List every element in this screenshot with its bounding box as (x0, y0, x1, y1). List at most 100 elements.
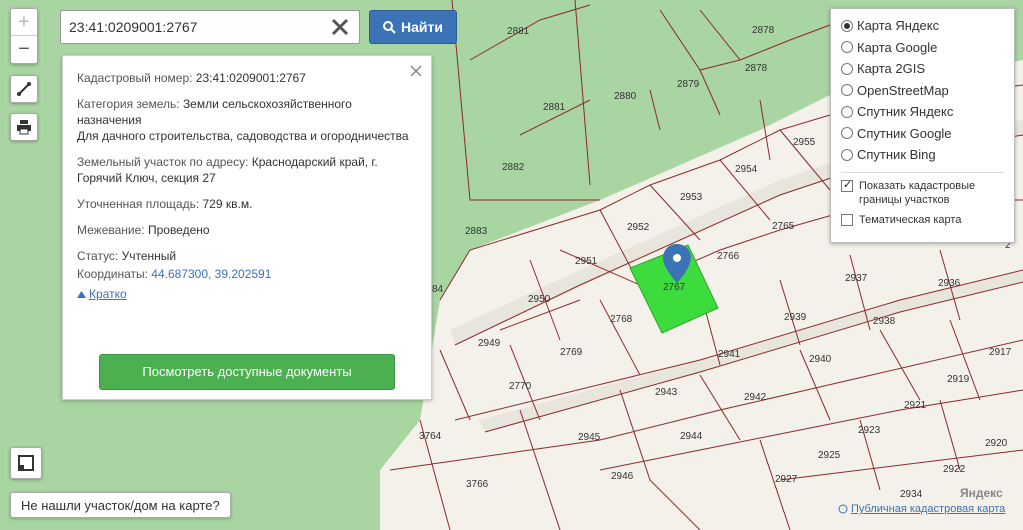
svg-text:2939: 2939 (784, 312, 807, 323)
brief-link[interactable]: Кратко (77, 286, 417, 302)
zoom-out-button[interactable]: − (11, 36, 37, 63)
attribution-link[interactable]: Публичная кадастровая карта (838, 503, 1005, 515)
svg-text:2923: 2923 (858, 425, 881, 436)
svg-text:3766: 3766 (466, 479, 489, 490)
svg-text:2938: 2938 (873, 316, 896, 327)
layer-label: Карта Яндекс (857, 18, 940, 34)
close-icon (331, 18, 349, 36)
search-box (60, 10, 360, 44)
svg-text:2765: 2765 (772, 221, 795, 232)
not-found-button[interactable]: Не нашли участок/дом на карте? (10, 492, 231, 518)
svg-text:2950: 2950 (528, 294, 551, 305)
survey-status: Межевание: Проведено (77, 222, 417, 238)
svg-text:2927: 2927 (775, 474, 798, 485)
print-icon (17, 120, 31, 135)
map-layers-panel: Карта Яндекс Карта Google Карта 2GIS Ope… (830, 8, 1015, 243)
zoom-control: + − (10, 8, 38, 64)
svg-text:2937: 2937 (845, 273, 868, 284)
checkbox-icon (841, 178, 853, 192)
view-documents-button[interactable]: Посмотреть доступные документы (99, 354, 395, 390)
svg-text:2925: 2925 (818, 450, 841, 461)
radio-icon (841, 105, 853, 118)
parcel-area: Уточненная площадь: 729 кв.м. (77, 196, 417, 212)
land-category: Категория земель: Земли сельскохозяйстве… (77, 96, 417, 144)
divider (841, 171, 1004, 173)
cadastral-value: 23:41:0209001:2767 (195, 71, 306, 85)
show-borders-label: Показать кадастровые границы участков (859, 179, 976, 206)
svg-text:2943: 2943 (655, 387, 678, 398)
layer-label: Карта 2GIS (857, 61, 926, 77)
svg-text:2769: 2769 (560, 347, 583, 358)
layer-label: Спутник Bing (857, 147, 936, 163)
radio-icon (841, 127, 853, 140)
layer-option-2gis-map[interactable]: Карта 2GIS (841, 58, 1004, 80)
address-label: Земельный участок по адресу: (77, 155, 249, 169)
cadastral-label: Кадастровый номер: (77, 71, 193, 85)
layer-option-yandex-satellite[interactable]: Спутник Яндекс (841, 101, 1004, 123)
svg-text:2940: 2940 (809, 354, 832, 365)
radio-icon (841, 84, 853, 97)
svg-text:2934: 2934 (900, 489, 923, 500)
measure-button[interactable] (10, 75, 38, 103)
status-value: Учтенный (121, 249, 177, 263)
area-label: Уточненная площадь: (77, 197, 200, 211)
svg-text:2878: 2878 (752, 25, 775, 36)
usage-value: Для дачного строительства, садоводства и… (77, 129, 409, 143)
svg-text:2920: 2920 (985, 438, 1008, 449)
svg-text:2768: 2768 (610, 314, 633, 325)
category-label: Категория земель: (77, 97, 180, 111)
search-icon (383, 20, 396, 34)
parcel-coordinates: Координаты: 44.687300, 39.202591 (77, 266, 417, 282)
svg-text:3764: 3764 (419, 431, 442, 442)
thematic-label: Тематическая карта (859, 213, 962, 226)
svg-text:2881: 2881 (507, 26, 530, 37)
layer-label: Спутник Google (857, 125, 952, 141)
svg-text:2954: 2954 (735, 164, 758, 175)
svg-text:2883: 2883 (465, 226, 488, 237)
measure-icon (17, 82, 31, 96)
show-borders-toggle[interactable]: Показать кадастровые границы участков (841, 178, 1004, 207)
search-input[interactable] (61, 11, 323, 43)
svg-text:2953: 2953 (680, 192, 703, 203)
status-label: Статус: (77, 249, 119, 263)
svg-text:2951: 2951 (575, 256, 598, 267)
svg-text:2878: 2878 (745, 63, 768, 74)
layer-option-google-satellite[interactable]: Спутник Google (841, 123, 1004, 145)
close-icon[interactable] (409, 64, 423, 78)
parcel-info-panel: Кадастровый номер: 23:41:0209001:2767 Ка… (62, 55, 432, 400)
parcel-address: Земельный участок по адресу: Краснодарск… (77, 154, 417, 186)
svg-text:2949: 2949 (478, 338, 501, 349)
svg-text:2944: 2944 (680, 431, 703, 442)
svg-text:2945: 2945 (578, 432, 601, 443)
svg-text:2936: 2936 (938, 278, 961, 289)
layer-label: Карта Google (857, 39, 938, 55)
svg-text:2941: 2941 (718, 349, 741, 360)
clear-search-button[interactable] (327, 14, 353, 40)
copyright-icon (838, 504, 848, 514)
layer-option-google-map[interactable]: Карта Google (841, 37, 1004, 59)
fullscreen-icon (18, 455, 34, 471)
svg-text:2766: 2766 (717, 251, 740, 262)
svg-text:84: 84 (432, 284, 444, 295)
svg-text:2942: 2942 (744, 392, 767, 403)
svg-text:2921: 2921 (904, 400, 927, 411)
coords-value[interactable]: 44.687300, 39.202591 (151, 267, 271, 281)
radio-icon (841, 19, 853, 32)
zoom-in-button[interactable]: + (11, 9, 37, 36)
layer-label: OpenStreetMap (857, 82, 949, 98)
svg-text:2879: 2879 (677, 79, 700, 90)
fullscreen-button[interactable] (10, 447, 42, 479)
find-button[interactable]: Найти (369, 10, 457, 44)
svg-text:2917: 2917 (989, 347, 1012, 358)
layer-label: Спутник Яндекс (857, 104, 954, 120)
area-value: 729 кв.м. (202, 197, 253, 211)
radio-icon (841, 148, 853, 161)
print-button[interactable] (10, 113, 38, 141)
layer-option-osm[interactable]: OpenStreetMap (841, 80, 1004, 102)
layer-option-bing-satellite[interactable]: Спутник Bing (841, 144, 1004, 166)
svg-text:2880: 2880 (614, 91, 637, 102)
thematic-map-toggle[interactable]: Тематическая карта (841, 213, 1004, 227)
radio-icon (841, 41, 853, 54)
layer-option-yandex-map[interactable]: Карта Яндекс (841, 15, 1004, 37)
radio-icon (841, 62, 853, 75)
